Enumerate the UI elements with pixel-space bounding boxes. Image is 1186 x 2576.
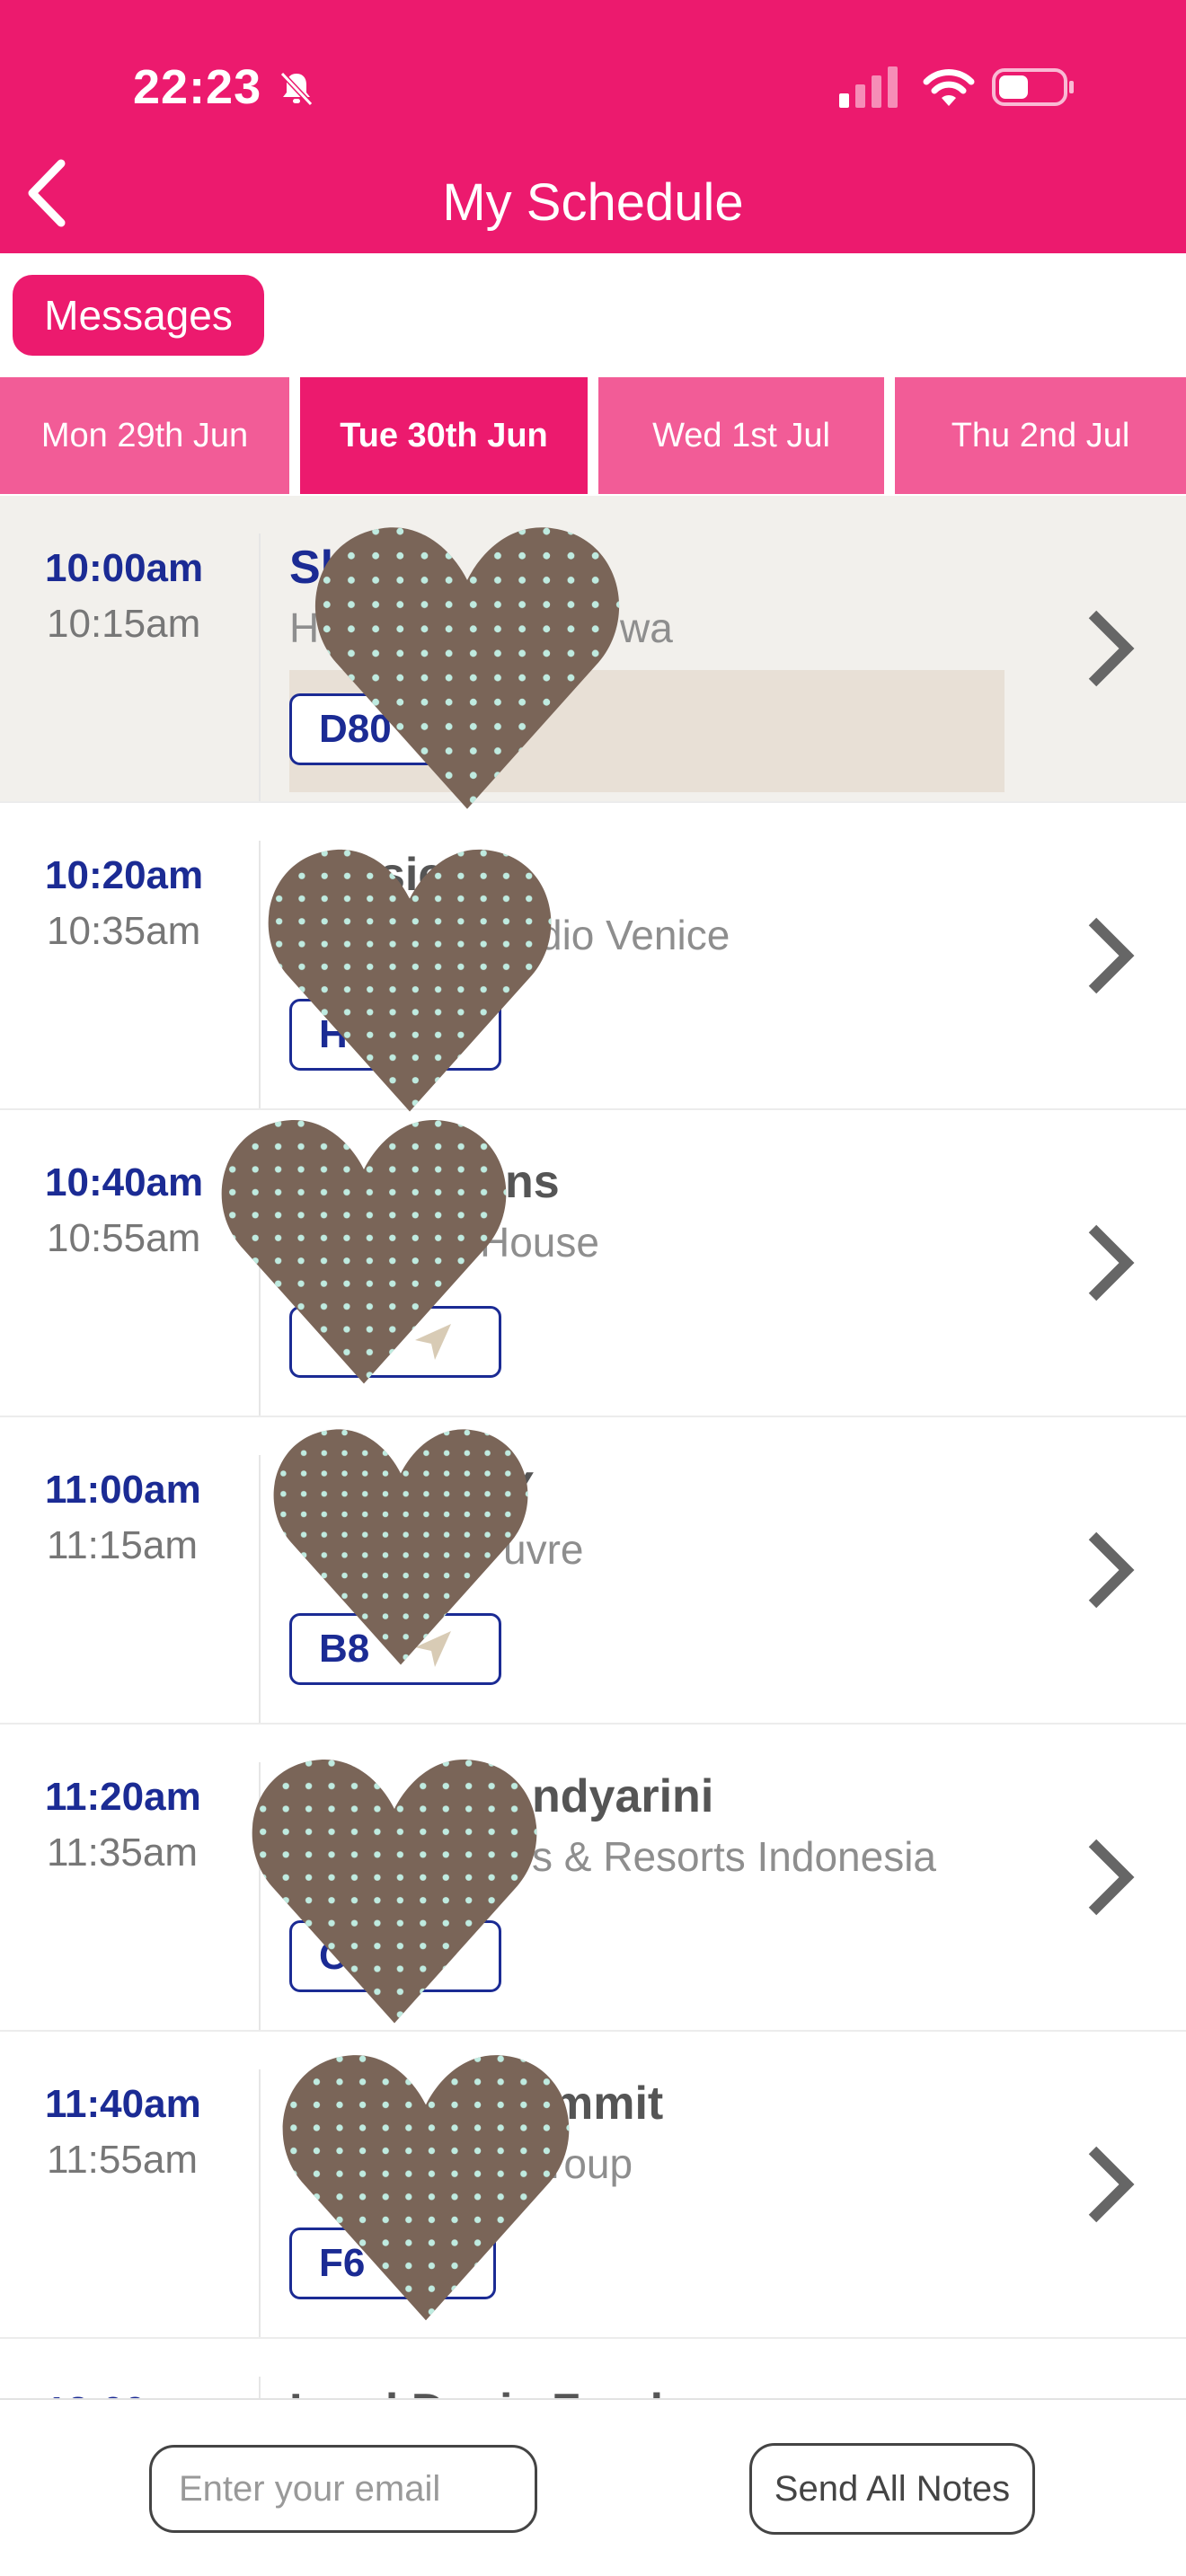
chevron-right-icon[interactable] (1078, 604, 1141, 693)
messages-button[interactable]: Messages (13, 275, 264, 356)
send-all-notes-button[interactable]: Send All Notes (749, 2443, 1035, 2535)
row-divider (259, 841, 261, 1108)
battery-icon (992, 68, 1074, 106)
signal-icon (839, 66, 898, 108)
heart-sticker (268, 849, 552, 1112)
wifi-icon (923, 69, 975, 106)
footer-bar: Send All Notes (0, 2398, 1186, 2576)
company-name: s & Resorts Indonesia (532, 1833, 937, 1880)
end-time: 10:55am (47, 1216, 201, 1260)
tab-thu-2nd-jul[interactable]: Thu 2nd Jul (895, 377, 1186, 494)
header-bar: 22:23 My Schedule (0, 0, 1186, 253)
chevron-right-icon[interactable] (1078, 1832, 1141, 1922)
end-time: 11:55am (47, 2138, 198, 2182)
chevron-right-icon[interactable] (1078, 2139, 1141, 2229)
start-time: 11:20am (45, 1775, 201, 1819)
row-divider (259, 1455, 261, 1723)
end-time: 10:35am (47, 909, 201, 953)
end-time: 10:15am (47, 602, 201, 646)
end-time: 11:15am (47, 1523, 198, 1567)
meeting-row[interactable]: 11:00am 11:15am Y uvre B8 (0, 1417, 1186, 1725)
end-time: 11:35am (47, 1831, 198, 1875)
status-time: 22:23 (133, 60, 262, 114)
email-field[interactable] (149, 2445, 537, 2533)
row-divider (259, 2069, 261, 2337)
heart-sticker (314, 527, 620, 809)
meeting-name: ns (505, 1156, 560, 1208)
app-screen: 22:23 My Schedule Messages Mon 29th Jun … (0, 0, 1186, 2576)
tab-tue-30th-jun[interactable]: Tue 30th Jun (300, 377, 588, 494)
heart-sticker (221, 1120, 507, 1384)
company-name-tail: wa (620, 604, 673, 651)
meeting-row[interactable]: 11:40am 11:55am mmit roup F6 (0, 2032, 1186, 2339)
start-time: 10:00am (45, 546, 204, 590)
start-time: 10:20am (45, 853, 204, 897)
chevron-right-icon[interactable] (1078, 1218, 1141, 1308)
tab-wed-1st-jul[interactable]: Wed 1st Jul (598, 377, 884, 494)
row-divider (259, 534, 261, 801)
start-time: 11:40am (45, 2082, 201, 2126)
chevron-right-icon[interactable] (1078, 1525, 1141, 1615)
page-title: My Schedule (442, 173, 744, 232)
bell-muted-icon (279, 71, 314, 107)
meeting-row[interactable]: 10:40am 10:55am ns House (0, 1110, 1186, 1417)
day-tabs: Mon 29th Jun Tue 30th Jun Wed 1st Jul Th… (0, 377, 1186, 494)
company-name: dio Venice (539, 912, 730, 958)
heart-sticker (282, 2055, 570, 2321)
meeting-row[interactable]: 10:20am 10:35am sier dio Venice H (0, 803, 1186, 1110)
tab-mon-29th-jun[interactable]: Mon 29th Jun (0, 377, 289, 494)
heart-sticker (273, 1429, 528, 1665)
meeting-row[interactable]: 11:20am 11:35am ndyarini s & Resorts Ind… (0, 1725, 1186, 2032)
start-time: 11:00am (45, 1468, 201, 1512)
start-time: 10:40am (45, 1160, 204, 1204)
heart-sticker (252, 1760, 537, 2024)
chevron-right-icon[interactable] (1078, 911, 1141, 1001)
meeting-name: ndyarini (532, 1770, 714, 1822)
